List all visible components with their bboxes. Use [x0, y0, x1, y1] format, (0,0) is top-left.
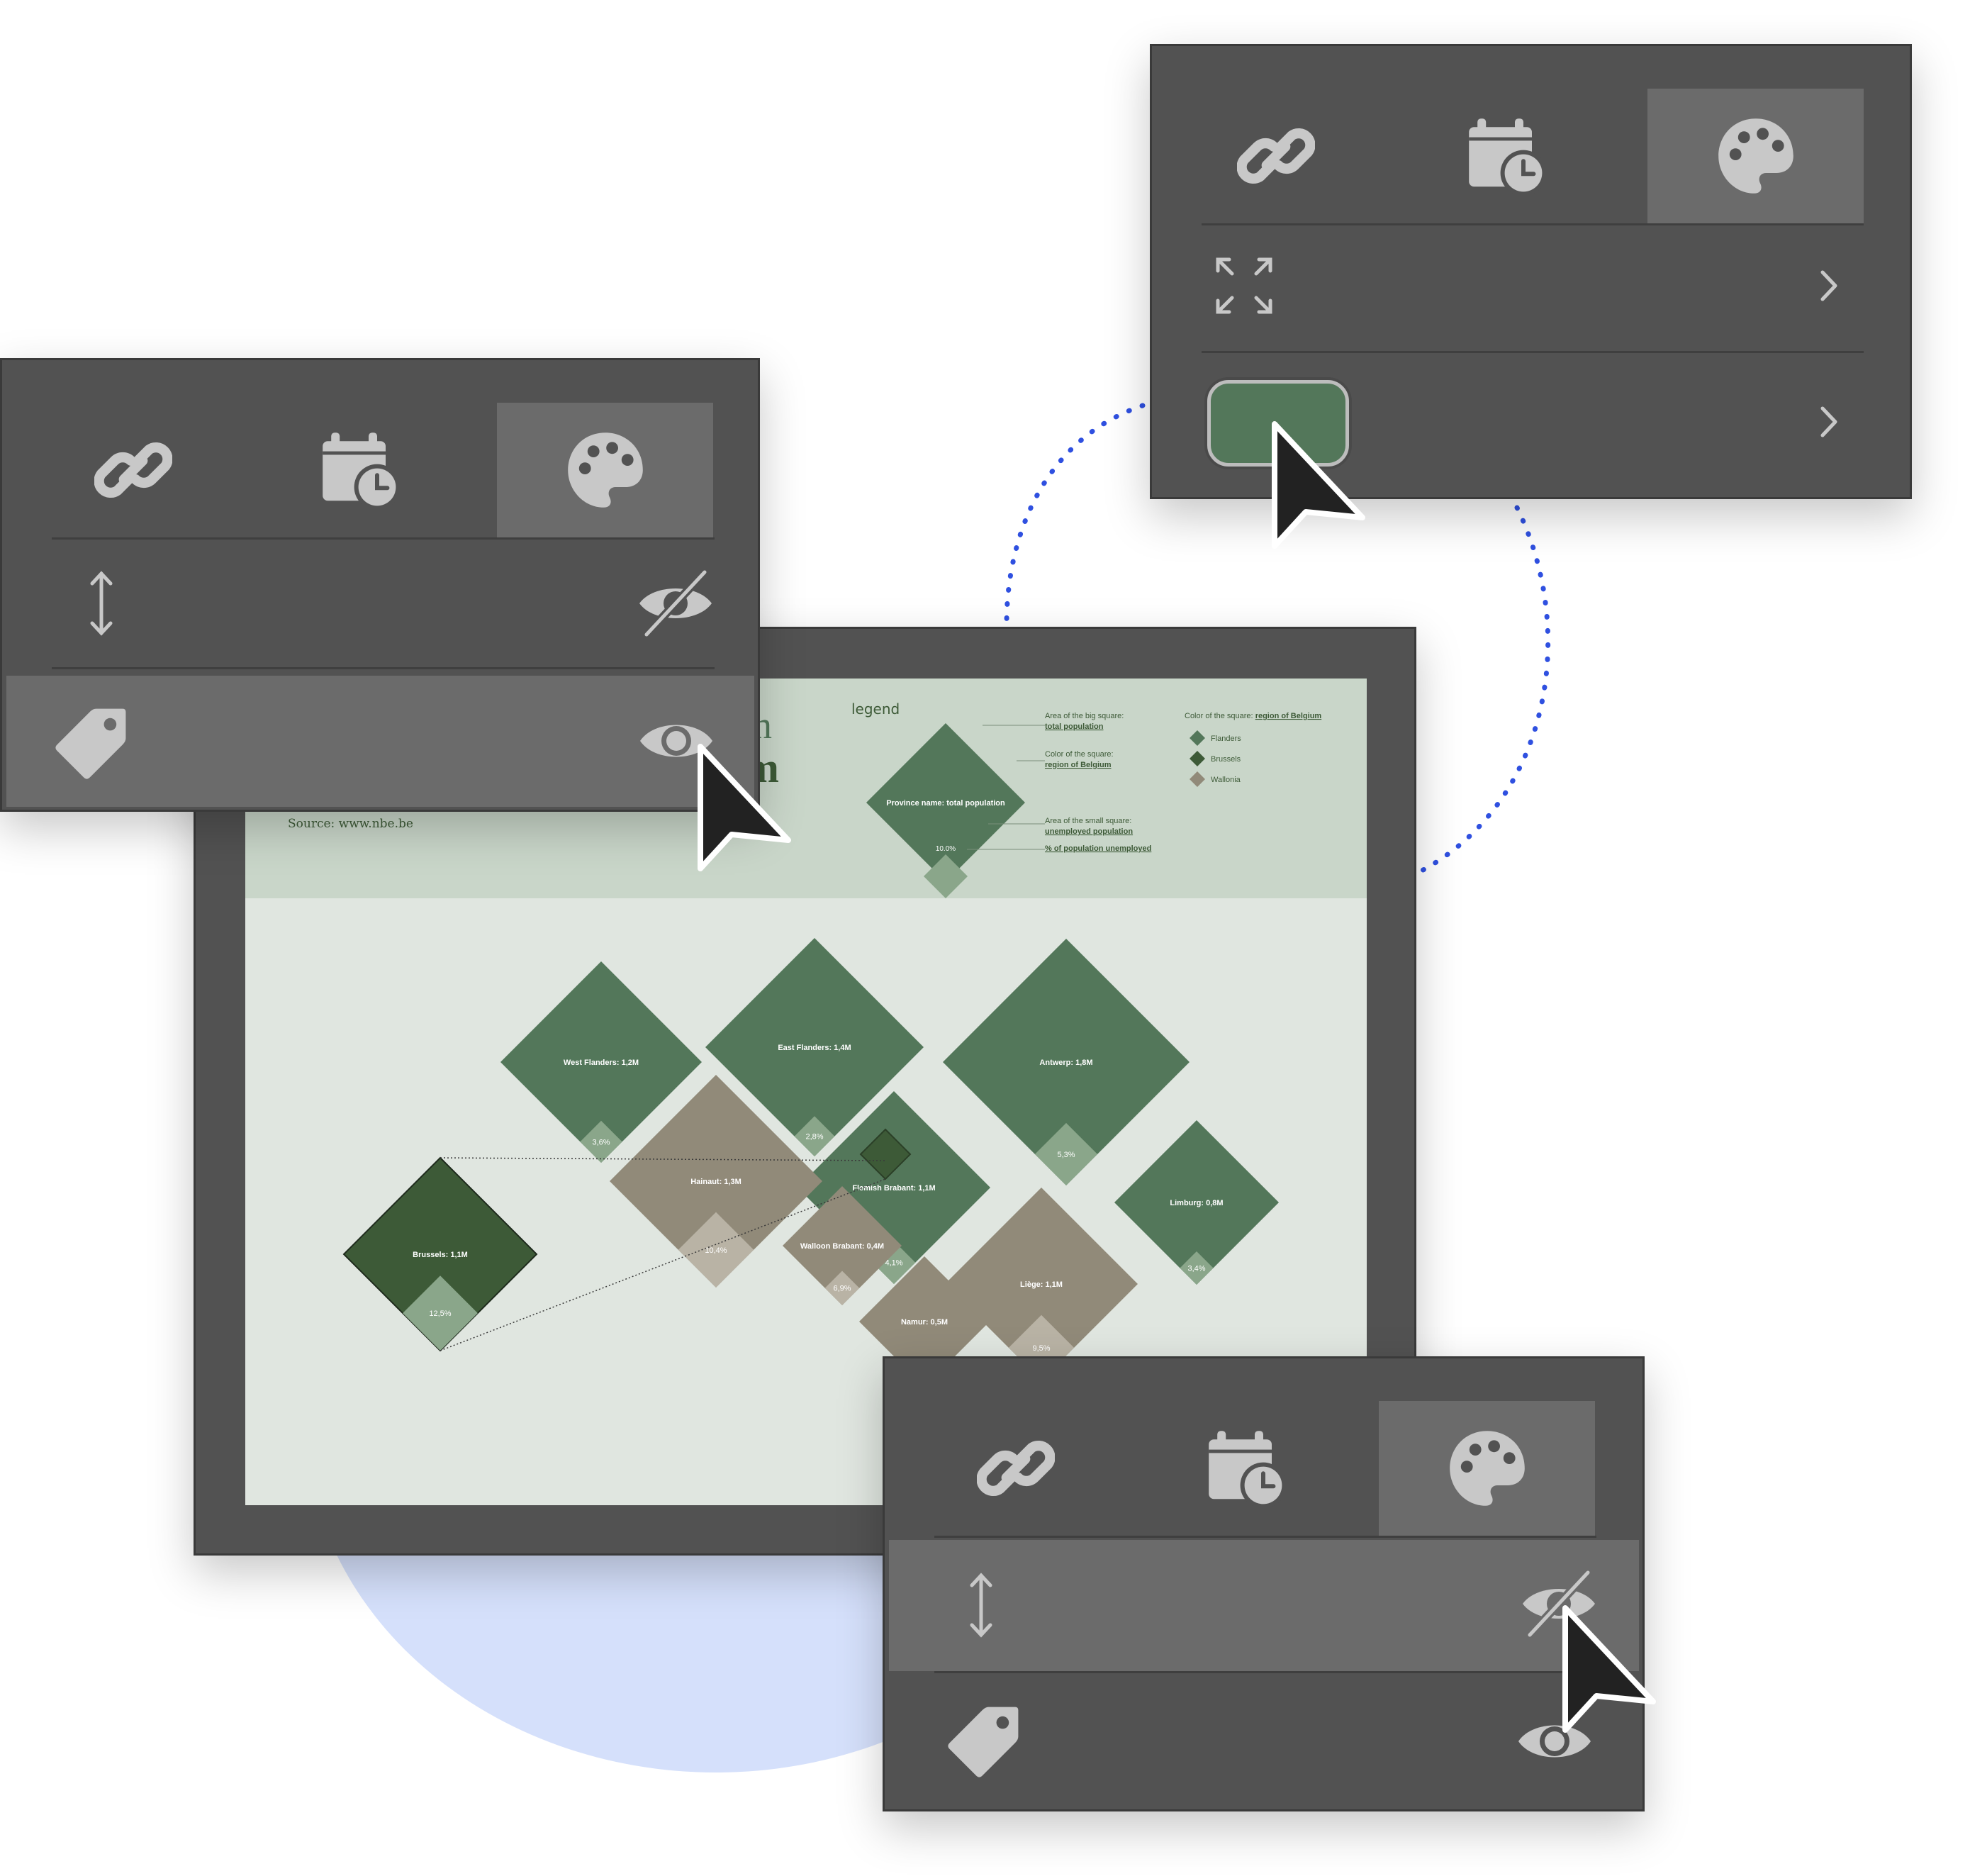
tab-schedule[interactable]	[1154, 1401, 1338, 1536]
province-label: East Flanders: 1,4M	[778, 1044, 851, 1052]
province-label: Namur: 0,5M	[901, 1318, 948, 1327]
legend-small-link: unemployed population	[1045, 827, 1133, 836]
row-size[interactable]	[1152, 225, 1910, 350]
legend-key-swatch	[1190, 771, 1205, 787]
calendar-clock-icon	[323, 432, 401, 510]
legend-key-title: Color of the square:	[1185, 712, 1253, 720]
mouse-cursor	[1562, 1605, 1656, 1733]
legend-key-title-link: region of Belgium	[1255, 712, 1322, 720]
calendar-clock-icon	[1469, 118, 1547, 196]
province-pct-label: 2,8%	[805, 1133, 823, 1141]
province-pct-label: 3,6%	[592, 1138, 610, 1146]
legend-big-note: Area of the big square:	[1045, 712, 1124, 720]
province-label: Limburg: 0,8M	[1170, 1199, 1223, 1207]
province-label: Brussels: 1,1M	[413, 1251, 468, 1259]
legend-key-label: Flanders	[1211, 735, 1241, 743]
tab-link[interactable]	[1187, 89, 1365, 223]
expand-icon	[1212, 254, 1276, 318]
chevron-right-icon[interactable]	[1811, 261, 1847, 311]
tag-icon	[49, 704, 134, 782]
calendar-clock-icon	[1209, 1431, 1287, 1509]
vertical-resize-icon	[953, 1570, 1009, 1641]
legend-small-note: Area of the small square:	[1045, 817, 1131, 825]
legend-key-items: Flanders Brussels Wallonia	[1190, 730, 1241, 787]
palette-icon	[1449, 1431, 1525, 1506]
legend-pct-link: % of population unemployed	[1045, 844, 1151, 853]
link-icon	[1237, 128, 1315, 184]
legend-color-link: region of Belgium	[1045, 761, 1112, 769]
eye-slash-icon[interactable]	[637, 568, 715, 639]
row-color[interactable]	[1152, 353, 1910, 495]
province-pct-label: 4,1%	[885, 1259, 902, 1268]
legend-key-swatch	[1190, 751, 1205, 766]
row-label-visibility[interactable]	[885, 1674, 1642, 1809]
province-diamond: 5,3% Antwerp: 1,8M	[943, 939, 1190, 1185]
tab-style[interactable]	[497, 403, 713, 537]
legend-sample-pct: 10.0%	[936, 845, 956, 853]
row-label-visibility[interactable]	[6, 676, 754, 807]
legend-title: legend	[851, 700, 900, 718]
legend-big-link: total population	[1045, 722, 1104, 731]
province-diamond: 9,5% Liège: 1,1M	[945, 1188, 1138, 1380]
tab-link[interactable]	[927, 1401, 1104, 1536]
link-icon	[94, 442, 172, 498]
province-label: Antwerp: 1,8M	[1039, 1059, 1092, 1067]
vertical-resize-icon	[73, 568, 130, 639]
properties-panel-top-right	[1150, 44, 1912, 499]
province-label: Walloon Brabant: 0,4M	[800, 1242, 884, 1251]
province-diamond: 3,4% Limburg: 0,8M	[1114, 1120, 1279, 1285]
palette-icon	[567, 432, 643, 508]
row-height-visibility[interactable]	[2, 540, 758, 667]
province-label: Hainaut: 1,3M	[690, 1178, 741, 1186]
legend-key-swatch	[1190, 730, 1205, 746]
tab-style[interactable]	[1379, 1401, 1595, 1536]
legend-sample-label: Province name: total population	[886, 799, 1005, 808]
link-icon	[977, 1440, 1055, 1497]
tab-schedule[interactable]	[1414, 89, 1599, 223]
legend-sample-diamond: Province name: total population 10.0%	[866, 723, 1025, 898]
legend-key-label: Wallonia	[1211, 776, 1241, 784]
mouse-cursor	[698, 744, 791, 871]
province-pct-label: 9,5%	[1032, 1344, 1050, 1353]
tab-style[interactable]	[1647, 89, 1864, 223]
province-label: Flemish Brabant: 1,1M	[852, 1184, 935, 1193]
legend-key: Color of the square: region of Belgium	[1185, 712, 1321, 720]
province-pct-label: 3,4%	[1187, 1264, 1205, 1273]
properties-panel-bottom-right	[883, 1356, 1645, 1811]
tab-schedule[interactable]	[272, 403, 449, 537]
province-diamonds: 3,6% West Flanders: 1,2M 2,8% East Flanders…	[342, 938, 1279, 1387]
source-text: Source: www.nbe.be	[288, 817, 413, 831]
divider	[52, 667, 715, 669]
row-height-visibility[interactable]	[889, 1540, 1639, 1671]
divider	[934, 1671, 1596, 1673]
province-pct-label: 12,5%	[429, 1310, 451, 1318]
palette-icon	[1718, 118, 1793, 194]
province-pct-label: 5,3%	[1057, 1151, 1075, 1159]
properties-panel-left	[0, 358, 760, 812]
legend-key-label: Brussels	[1211, 755, 1241, 764]
province-pct-label: 6,9%	[833, 1285, 851, 1293]
divider	[934, 1536, 1596, 1538]
tab-link[interactable]	[45, 403, 222, 537]
province-label: West Flanders: 1,2M	[564, 1059, 639, 1067]
tag-icon	[941, 1702, 1026, 1780]
svg-text:Color of the square: region of: Color of the square: region of Belgium	[1185, 712, 1321, 720]
mouse-cursor	[1272, 421, 1365, 549]
legend-color-note: Color of the square:	[1045, 750, 1114, 759]
chevron-right-icon[interactable]	[1811, 397, 1847, 447]
province-label: Liège: 1,1M	[1020, 1280, 1063, 1289]
province-diamond: 12,5% Brussels: 1,1M	[342, 1156, 538, 1352]
